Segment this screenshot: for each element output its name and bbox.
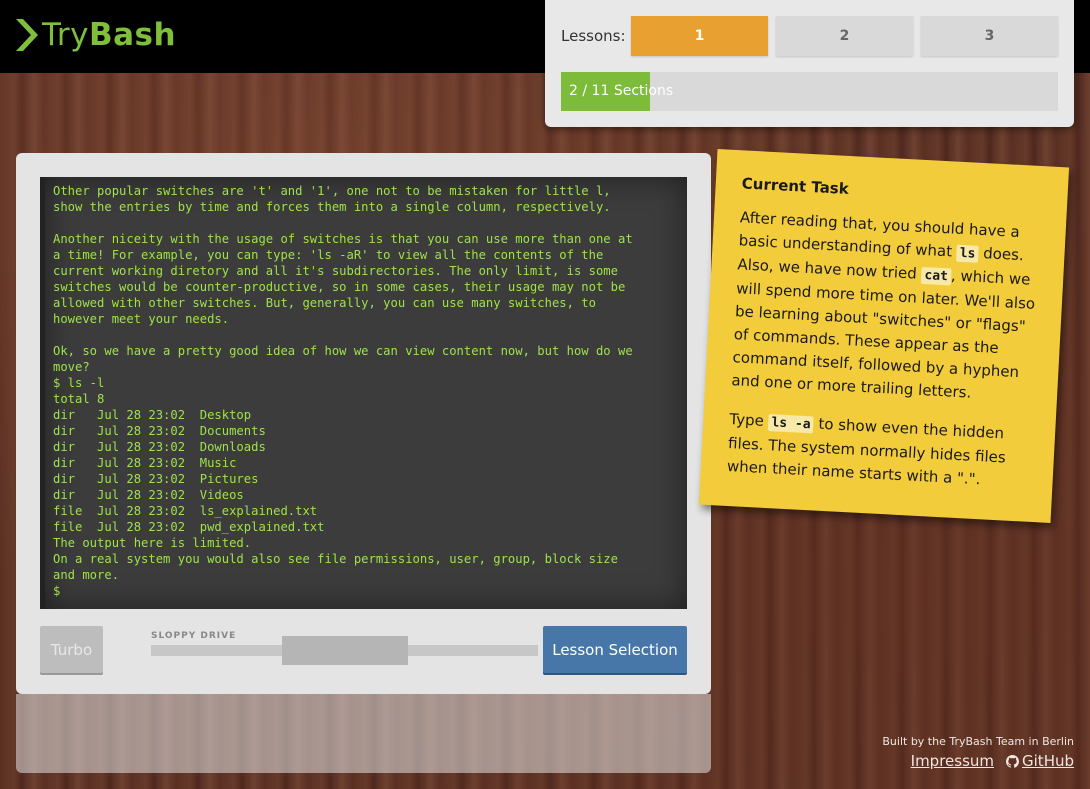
task-paragraph-1: After reading that, you should have a ba… [731, 208, 1036, 402]
lesson-selection-button[interactable]: Lesson Selection [543, 626, 687, 673]
terminal-panel-footer [16, 694, 711, 773]
logo[interactable]: TryBash [14, 15, 176, 55]
lessons-panel: Lessons: 1 2 3 2 / 11 Sections [545, 0, 1074, 127]
code-ls: ls [956, 244, 979, 263]
built-by-text: Built by the TryBash Team in Berlin [882, 735, 1074, 748]
code-cat: cat [921, 266, 952, 286]
github-link[interactable]: GitHub [1022, 752, 1074, 770]
terminal[interactable]: Other popular switches are 't' and '1', … [40, 177, 687, 609]
sloppy-drive-slider[interactable] [151, 636, 538, 665]
task-paragraph-2: Type ls -a to show even the hidden files… [726, 410, 1007, 489]
lessons-label: Lessons: [561, 27, 626, 45]
github-link-wrap[interactable]: GitHub [1006, 752, 1074, 770]
section-progress-text: 2 / 11 Sections [569, 83, 674, 99]
lesson-2-button[interactable]: 2 [776, 16, 913, 56]
logo-text: TryBash [42, 17, 177, 53]
impressum-link[interactable]: Impressum [911, 752, 994, 770]
terminal-output: Other popular switches are 't' and '1', … [53, 184, 633, 598]
turbo-button[interactable]: Turbo [40, 626, 103, 673]
task-title: Current Task [741, 174, 850, 198]
section-progress-bar: 2 / 11 Sections [561, 72, 1058, 111]
sloppy-drive-slider-thumb[interactable] [282, 636, 408, 665]
github-icon [1006, 754, 1020, 768]
terminal-panel: Other popular switches are 't' and '1', … [16, 153, 711, 694]
footer-links: Impressum GitHub [911, 752, 1074, 770]
current-task-note: Current Task After reading that, you sho… [698, 149, 1070, 523]
prompt-chevron-icon [16, 19, 38, 51]
lesson-1-button[interactable]: 1 [631, 16, 768, 56]
sloppy-drive-label: SLOPPY DRIVE [151, 631, 237, 641]
code-ls-a: ls -a [768, 414, 815, 434]
lesson-3-button[interactable]: 3 [921, 16, 1058, 56]
